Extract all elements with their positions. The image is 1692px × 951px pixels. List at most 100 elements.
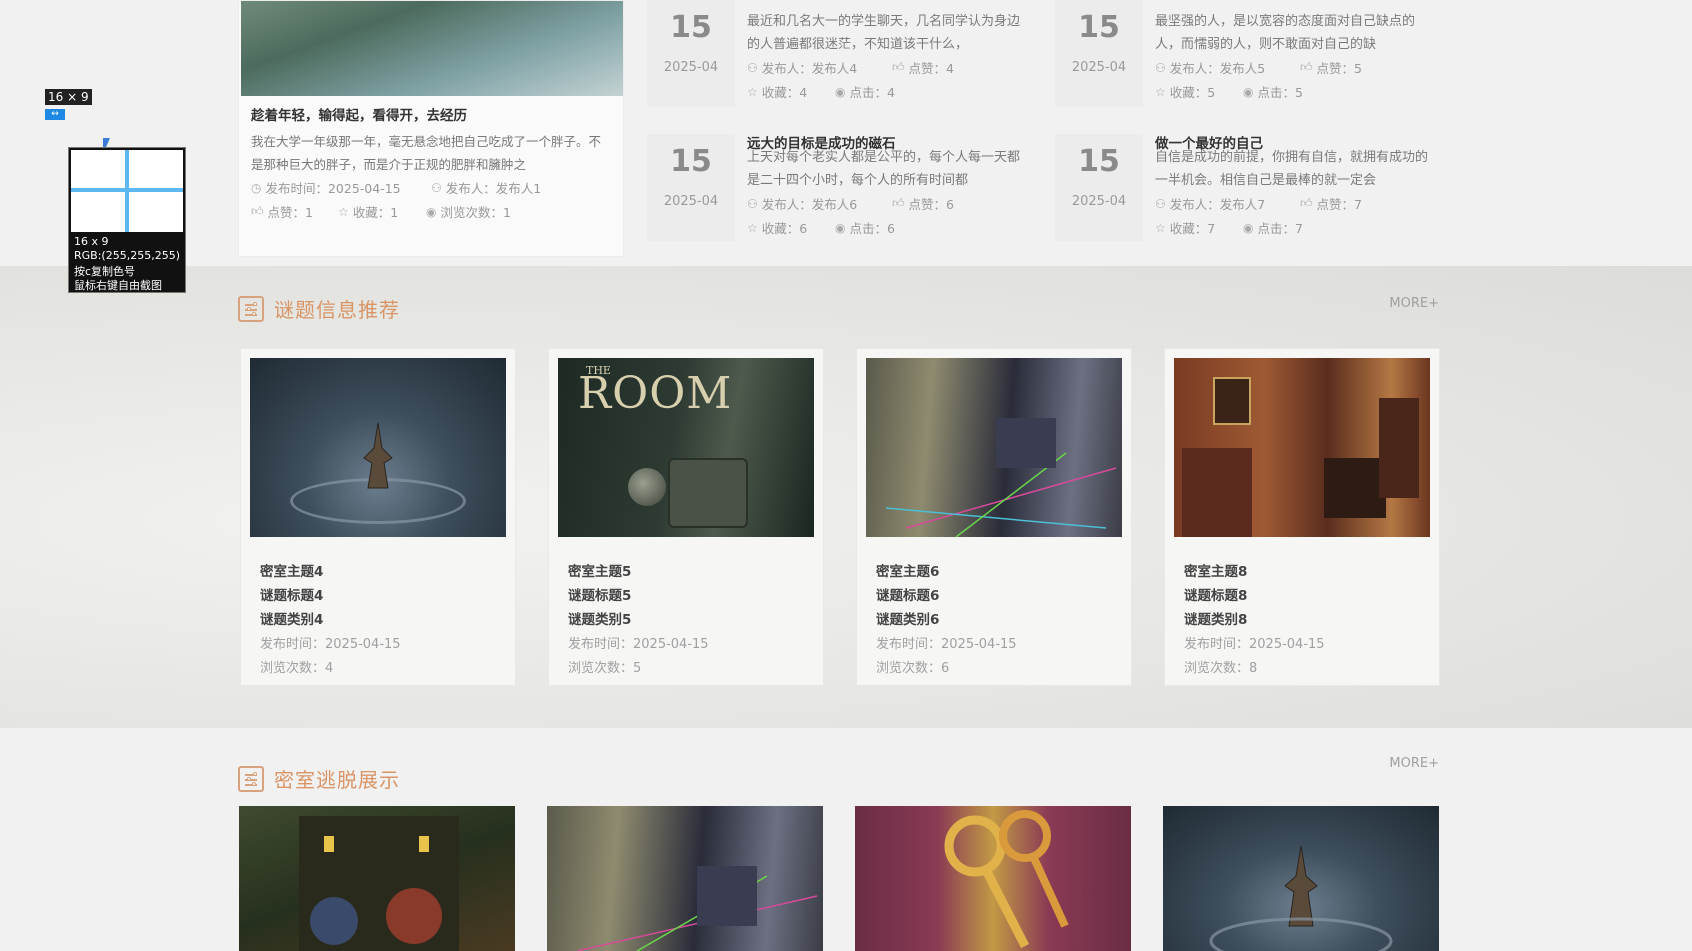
puzzle-image[interactable] bbox=[866, 358, 1122, 537]
puzzle-image[interactable]: THE ROOM bbox=[558, 358, 814, 537]
eye-icon: ◉ bbox=[1243, 84, 1254, 99]
list-settings-icon bbox=[238, 765, 264, 792]
puzzle-theme[interactable]: 密室主题5 bbox=[568, 560, 631, 580]
news-desc: 自信是成功的前提，你拥有自信，就拥有成功的一半机会。相信自己是最棒的就一定会 bbox=[1155, 150, 1429, 188]
section-title: 谜题信息推荐 bbox=[274, 298, 400, 322]
news-year-month: 2025-04 bbox=[1071, 194, 1127, 209]
image-text: ROOM bbox=[578, 368, 733, 419]
eye-icon: ◉ bbox=[1243, 220, 1254, 235]
puzzle-card[interactable]: THE ROOM 密室主题5 谜题标题5 谜题类别5 发布时间：2025-04-… bbox=[548, 348, 824, 686]
thumbs-up-icon: 👍︎ bbox=[251, 204, 264, 218]
user-icon: ⚇ bbox=[1155, 60, 1166, 75]
puzzle-theme[interactable]: 密室主题6 bbox=[876, 560, 939, 580]
featured-article-title[interactable]: 趁着年轻，输得起，看得开，去经历 bbox=[251, 104, 467, 124]
thumbs-up-icon: 👍︎ bbox=[1300, 60, 1313, 74]
haunted-house-graphic bbox=[299, 816, 459, 951]
puzzle-theme[interactable]: 密室主题4 bbox=[260, 560, 323, 580]
magnifier-zoom bbox=[71, 150, 183, 232]
featured-article-card[interactable]: 趁着年轻，输得起，看得开，去经历 我在大学一年级那一年，毫无悬念地把自己吃成了一… bbox=[238, 0, 624, 257]
puzzle-title[interactable]: 谜题标题6 bbox=[876, 584, 939, 604]
star-icon: ☆ bbox=[1155, 84, 1166, 99]
puzzle-title[interactable]: 谜题标题5 bbox=[568, 584, 631, 604]
news-year-month: 2025-04 bbox=[663, 194, 719, 209]
news-likes: 👍︎ 点赞：5 bbox=[1300, 60, 1362, 76]
puzzle-category: 谜题类别5 bbox=[568, 612, 632, 628]
news-likes: 👍︎ 点赞：4 bbox=[892, 60, 954, 76]
puzzle-title[interactable]: 谜题标题4 bbox=[260, 584, 323, 604]
news-year-month: 2025-04 bbox=[663, 60, 719, 75]
puzzle-publish-time: 发布时间：2025-04-15 bbox=[876, 637, 1017, 652]
puzzle-views: 浏览次数：5 bbox=[568, 661, 642, 676]
puzzle-image[interactable] bbox=[250, 358, 506, 537]
fountain-graphic bbox=[363, 422, 393, 489]
showcase-image[interactable] bbox=[1163, 806, 1439, 951]
puzzle-category: 谜题类别8 bbox=[1184, 612, 1248, 628]
puzzle-views: 浏览次数：8 bbox=[1184, 661, 1258, 676]
featured-views: ◉ 浏览次数：1 bbox=[426, 204, 511, 221]
user-icon: ⚇ bbox=[747, 60, 758, 75]
featured-publish-time: ◷ 发布时间：2025-04-15 bbox=[251, 180, 401, 197]
star-icon: ☆ bbox=[747, 84, 758, 99]
puzzle-publish-time: 发布时间：2025-04-15 bbox=[568, 637, 709, 652]
section-title: 密室逃脱展示 bbox=[274, 768, 400, 792]
news-year-month: 2025-04 bbox=[1071, 60, 1127, 75]
showcase-image[interactable] bbox=[239, 806, 515, 951]
thumbs-up-icon: 👍︎ bbox=[892, 60, 905, 74]
room-interior-graphic bbox=[1182, 377, 1419, 537]
picker-hint-capture: 鼠标右键自由截图 bbox=[74, 279, 162, 292]
featured-likes: 👍︎ 点赞：1 bbox=[251, 204, 313, 220]
puzzle-publish-time: 发布时间：2025-04-15 bbox=[1184, 637, 1325, 652]
news-desc: 最近和几名大一的学生聊天，几名同学认为身边的人普遍都很迷茫，不知道该干什么， bbox=[747, 14, 1021, 52]
featured-article-image[interactable] bbox=[241, 1, 623, 96]
knob-graphic bbox=[628, 468, 666, 506]
featured-article-desc: 我在大学一年级那一年，毫无悬念地把自己吃成了一个胖子。不是那种巨大的胖子，而是介… bbox=[251, 134, 602, 172]
puzzle-theme[interactable]: 密室主题8 bbox=[1184, 560, 1247, 580]
thumbs-up-icon: 👍︎ bbox=[892, 196, 905, 210]
fountain-graphic bbox=[1209, 845, 1393, 951]
star-icon: ☆ bbox=[338, 204, 349, 219]
golden-keys-graphic bbox=[944, 810, 1069, 949]
eye-icon: ◉ bbox=[426, 204, 437, 219]
eye-icon: ◉ bbox=[835, 220, 846, 235]
clock-icon: ◷ bbox=[251, 180, 262, 195]
news-card[interactable]: 15 2025-04 做一个最好的自己 自信是成功的前提，你拥有自信，就拥有成功… bbox=[1055, 134, 1441, 241]
puzzle-card[interactable]: 密室主题6 谜题标题6 谜题类别6 发布时间：2025-04-15 浏览次数：6 bbox=[856, 348, 1132, 686]
puzzle-views: 浏览次数：6 bbox=[876, 661, 950, 676]
news-publisher: ⚇ 发布人：发布人7 bbox=[1155, 196, 1266, 213]
showcase-image[interactable] bbox=[855, 806, 1131, 951]
news-card[interactable]: 15 2025-04 最近和几名大一的学生聊天，几名同学认为身边的人普遍都很迷茫… bbox=[647, 0, 1033, 107]
news-date-box: 15 2025-04 bbox=[1055, 134, 1143, 241]
user-icon: ⚇ bbox=[431, 180, 442, 195]
laser-corridor-graphic bbox=[576, 866, 818, 951]
news-likes: 👍︎ 点赞：7 bbox=[1300, 196, 1362, 212]
news-clicks: ◉ 点击：5 bbox=[1243, 84, 1303, 101]
showcase-image[interactable] bbox=[547, 806, 823, 951]
news-day: 15 bbox=[670, 144, 712, 179]
news-publisher: ⚇ 发布人：发布人6 bbox=[747, 196, 858, 213]
puzzle-title[interactable]: 谜题标题8 bbox=[1184, 584, 1247, 604]
news-favorites: ☆ 收藏：6 bbox=[747, 220, 808, 237]
puzzle-card[interactable]: 密室主题8 谜题标题8 谜题类别8 发布时间：2025-04-15 浏览次数：8 bbox=[1164, 348, 1440, 686]
puzzle-views: 浏览次数：4 bbox=[260, 661, 334, 676]
news-card[interactable]: 15 2025-04 最坚强的人，是以宽容的态度面对自己缺点的人，而懦弱的人，则… bbox=[1055, 0, 1441, 107]
news-desc: 上天对每个老实人都是公平的，每个人每一天都是二十四个小时，每个人的所有时间都 bbox=[747, 150, 1021, 188]
picker-rgb: RGB:(255,255,255) bbox=[74, 249, 180, 262]
thumbs-up-icon: 👍︎ bbox=[1300, 196, 1313, 210]
puzzle-image[interactable] bbox=[1174, 358, 1430, 537]
news-clicks: ◉ 点击：4 bbox=[835, 84, 895, 101]
picker-size: 16 x 9 bbox=[74, 235, 109, 248]
resize-icon[interactable]: ↔ bbox=[45, 109, 65, 120]
featured-publisher: ⚇ 发布人：发布人1 bbox=[431, 180, 542, 197]
more-link[interactable]: MORE+ bbox=[1389, 756, 1439, 771]
eye-icon: ◉ bbox=[835, 84, 846, 99]
news-clicks: ◉ 点击：6 bbox=[835, 220, 895, 237]
list-settings-icon bbox=[238, 295, 264, 322]
color-picker-magnifier: 16 x 9 RGB:(255,255,255) 按c复制色号 鼠标右键自由截图 bbox=[68, 147, 186, 293]
laser-corridor-graphic bbox=[885, 418, 1117, 537]
puzzle-publish-time: 发布时间：2025-04-15 bbox=[260, 637, 401, 652]
star-icon: ☆ bbox=[747, 220, 758, 235]
news-favorites: ☆ 收藏：7 bbox=[1155, 220, 1216, 237]
puzzle-card[interactable]: 密室主题4 谜题标题4 谜题类别4 发布时间：2025-04-15 浏览次数：4 bbox=[240, 348, 516, 686]
news-card[interactable]: 15 2025-04 远大的目标是成功的磁石 上天对每个老实人都是公平的，每个人… bbox=[647, 134, 1033, 241]
more-link[interactable]: MORE+ bbox=[1389, 296, 1439, 311]
